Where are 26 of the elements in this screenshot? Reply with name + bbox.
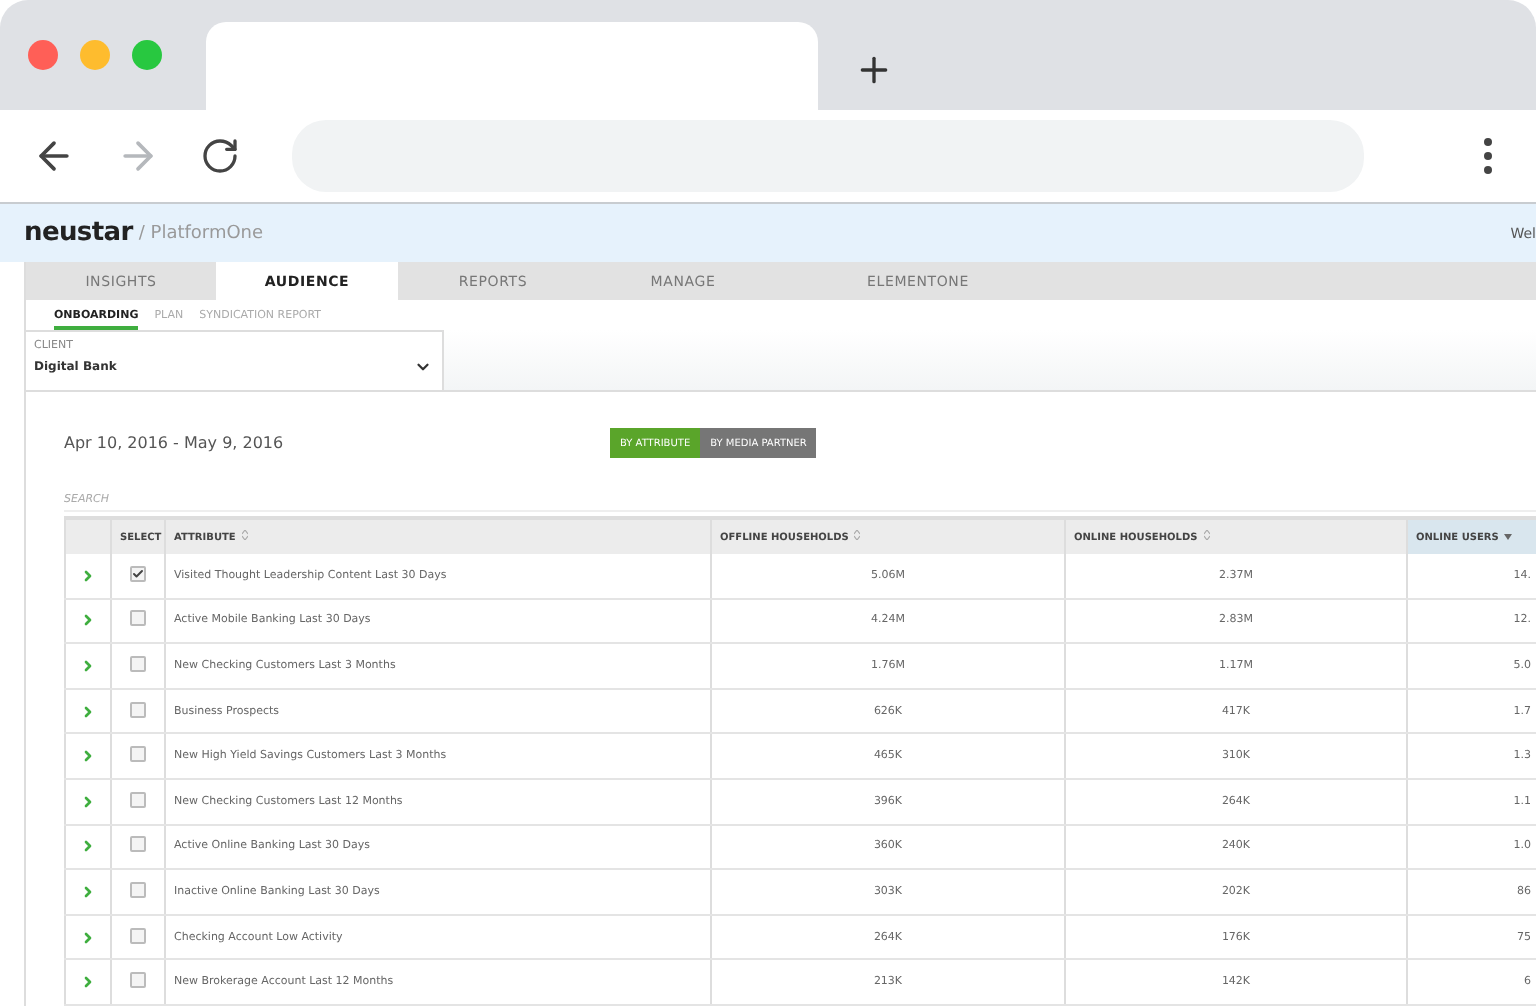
expand-row-button[interactable] [80, 658, 96, 675]
expand-row-button[interactable] [80, 612, 96, 629]
row-checkbox[interactable] [130, 791, 146, 808]
row-checkbox[interactable] [130, 566, 146, 583]
expand-row-button[interactable] [80, 884, 96, 901]
row-checkbox[interactable] [130, 927, 146, 944]
expand-row-button[interactable] [80, 567, 96, 584]
row-checkbox[interactable] [130, 656, 146, 673]
row-checkbox[interactable] [130, 746, 146, 763]
product-name: / PlatformOne [138, 223, 264, 243]
expand-row-button[interactable] [80, 703, 96, 720]
maximize-window-icon[interactable] [132, 40, 162, 70]
expand-row-button[interactable] [80, 793, 96, 810]
expand-row-button[interactable] [80, 929, 96, 946]
expand-row-button[interactable] [80, 748, 96, 765]
expand-row-button[interactable] [80, 838, 96, 855]
date-range: Apr 10, 2016 - May 9, 2016 [64, 434, 286, 453]
expand-row-button[interactable] [80, 974, 96, 991]
row-checkbox[interactable] [130, 972, 146, 989]
logo: neustar [24, 218, 133, 248]
row-checkbox[interactable] [130, 701, 146, 718]
row-checkbox[interactable] [130, 610, 146, 627]
row-checkbox[interactable] [130, 836, 146, 853]
row-checkbox[interactable] [130, 882, 146, 899]
reload-button[interactable] [200, 136, 240, 176]
close-window-icon[interactable] [28, 40, 58, 70]
